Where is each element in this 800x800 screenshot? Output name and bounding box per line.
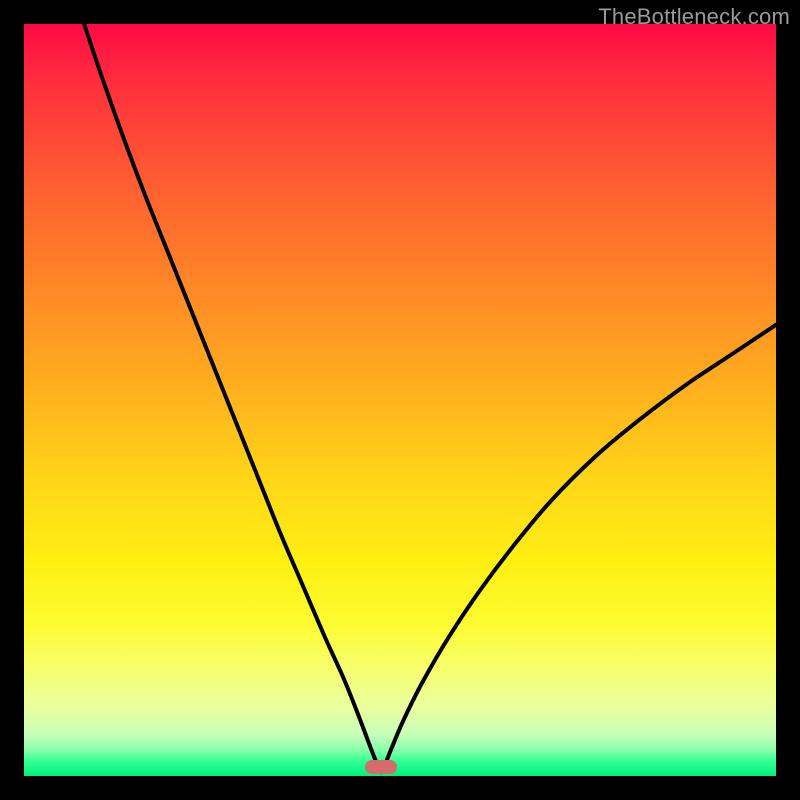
bottleneck-curve: [24, 24, 776, 776]
source-credit: TheBottleneck.com: [598, 4, 790, 30]
curve-path: [84, 24, 776, 772]
bottleneck-min-marker: [365, 760, 397, 774]
chart-frame: TheBottleneck.com: [0, 0, 800, 800]
plot-area: [24, 24, 776, 776]
